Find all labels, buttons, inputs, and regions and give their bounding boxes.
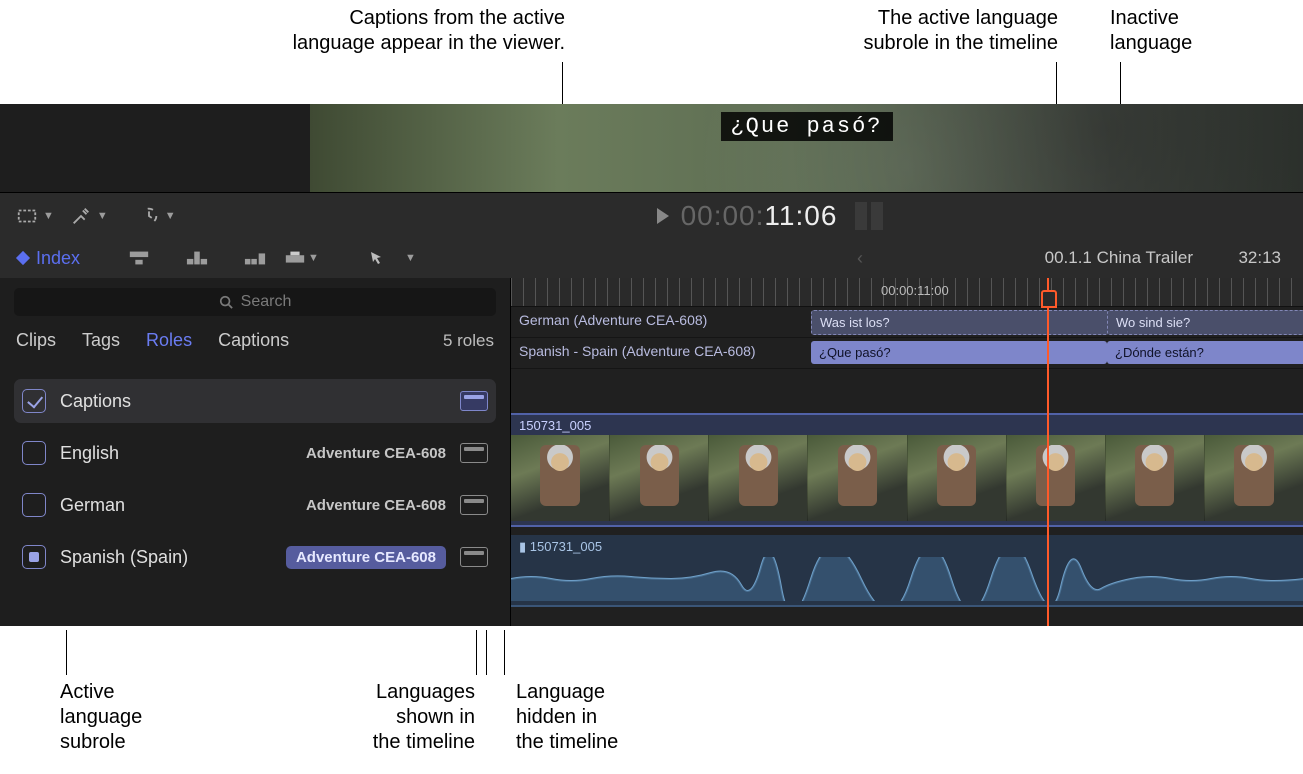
project-duration: 32:13 (1238, 248, 1281, 268)
timecode-display[interactable]: 00:00:11:06 (560, 193, 980, 239)
timeline-index-panel: Search Clips Tags Roles Captions 5 roles… (0, 278, 510, 626)
tab-tags[interactable]: Tags (82, 330, 120, 351)
connect-clip-icon[interactable] (128, 249, 150, 267)
tab-clips[interactable]: Clips (16, 330, 56, 351)
show-lane-icon[interactable] (460, 547, 488, 567)
playhead[interactable] (1047, 278, 1049, 626)
role-badge: Adventure CEA-608 (306, 497, 446, 514)
audio-waveform (511, 557, 1303, 601)
retime-button[interactable]: ▼ (138, 205, 176, 227)
search-icon (219, 295, 233, 309)
roles-list: Captions English Adventure CEA-608 Germa… (14, 379, 496, 579)
connect-tools-group: ▼ (110, 249, 319, 267)
thumb-frame (1106, 435, 1205, 521)
track-label: German (Adventure CEA-608) (519, 312, 707, 328)
tab-captions[interactable]: Captions (218, 330, 289, 351)
timecode-text: 00:00:11:06 (681, 200, 838, 232)
video-clip-label: 150731_005 (519, 418, 591, 433)
thumb-frame (709, 435, 808, 521)
checkbox-icon[interactable] (22, 389, 46, 413)
role-badge: Adventure CEA-608 (286, 546, 446, 569)
role-label: English (60, 443, 119, 464)
select-tool-button[interactable]: ▼ (369, 250, 416, 266)
search-input[interactable]: Search (14, 288, 496, 316)
timeline-spacer (511, 369, 1303, 413)
caption-clip[interactable]: ¿Que pasó? (811, 341, 1107, 364)
viewer: ¿Que pasó? (310, 104, 1303, 192)
caption-clip[interactable]: Was ist los? (811, 310, 1109, 335)
audio-clip-label: ▮ 150731_005 (519, 539, 602, 555)
annotation-active-subrole-timeline: The active languagesubrole in the timeli… (700, 6, 1058, 56)
role-row-captions[interactable]: Captions (14, 379, 496, 423)
caption-track-spanish[interactable]: Spanish - Spain (Adventure CEA-608) ¿Que… (511, 338, 1303, 369)
clip-appearance-button[interactable]: ▼ (16, 205, 54, 227)
annotation-line (476, 672, 477, 673)
caption-track-german[interactable]: German (Adventure CEA-608) Was ist los? … (511, 307, 1303, 338)
tab-roles[interactable]: Roles (146, 330, 192, 351)
viewer-toolbar: ▼ ▼ ▼ 00:00:11:06 (0, 192, 1303, 240)
diamond-icon (16, 251, 30, 265)
role-label: Captions (60, 391, 131, 412)
thumb-frame (1205, 435, 1303, 521)
thumb-frame (808, 435, 907, 521)
thumb-frame (908, 435, 1007, 521)
annotation-line (66, 630, 67, 675)
viewer-caption-overlay: ¿Que pasó? (720, 112, 892, 141)
insert-clip-icon[interactable] (186, 249, 208, 267)
timeline-ruler[interactable]: 00:00:11:00 (511, 278, 1303, 307)
role-badge: Adventure CEA-608 (306, 445, 446, 462)
roles-count: 5 roles (443, 331, 494, 351)
show-lane-icon[interactable] (460, 391, 488, 411)
role-row-german[interactable]: German Adventure CEA-608 (14, 483, 496, 527)
annotation-viewer-caption: Captions from the activelanguage appear … (195, 6, 565, 56)
annotation-line (504, 630, 505, 675)
app-window: ¿Que pasó? ▼ ▼ ▼ 00:00:11:06 Index ▼ (0, 104, 1303, 626)
timeline-toolbar: Index ▼ ▼ ‹ 00.1.1 China Trailer 32:13 (0, 238, 1303, 279)
thumb-frame (610, 435, 709, 521)
index-button[interactable]: Index (18, 248, 80, 269)
annotation-languages-shown: Languagesshown inthe timeline (300, 680, 475, 755)
role-label: Spanish (Spain) (60, 547, 188, 568)
thumb-frame (1007, 435, 1106, 521)
caption-clip[interactable]: ¿Dónde están? (1107, 341, 1303, 364)
checkbox-icon[interactable] (22, 493, 46, 517)
caption-clip[interactable]: Wo sind sie? (1107, 310, 1303, 335)
timeline[interactable]: 00:00:11:00 German (Adventure CEA-608) W… (510, 278, 1303, 626)
play-icon (657, 208, 669, 224)
search-placeholder: Search (241, 293, 292, 311)
role-row-spanish[interactable]: Spanish (Spain) Adventure CEA-608 (14, 535, 496, 579)
checkbox-icon[interactable] (22, 441, 46, 465)
effects-button[interactable]: ▼ (70, 205, 108, 227)
project-name[interactable]: 00.1.1 China Trailer (1045, 248, 1193, 268)
video-track[interactable]: 150731_005 (511, 413, 1303, 527)
audio-track[interactable]: ▮ 150731_005 (511, 535, 1303, 607)
role-label: German (60, 495, 125, 516)
role-row-english[interactable]: English Adventure CEA-608 (14, 431, 496, 475)
append-clip-icon[interactable] (244, 249, 266, 267)
annotation-active-subrole: Activelanguagesubrole (60, 680, 210, 755)
checkbox-icon[interactable] (22, 545, 46, 569)
index-tabs: Clips Tags Roles Captions 5 roles (16, 330, 494, 351)
overwrite-clip-button[interactable]: ▼ (284, 249, 319, 267)
annotation-language-hidden: Languagehidden inthe timeline (516, 680, 696, 755)
annotation-inactive-language: Inactivelanguage (1110, 6, 1280, 56)
video-thumbnails (511, 435, 1303, 521)
timeline-history-back[interactable]: ‹ (857, 248, 863, 269)
ruler-timecode: 00:00:11:00 (881, 283, 949, 298)
audio-meter-icon (855, 202, 883, 230)
annotation-line (476, 630, 477, 675)
show-lane-icon[interactable] (460, 443, 488, 463)
thumb-frame (511, 435, 610, 521)
show-lane-icon[interactable] (460, 495, 488, 515)
track-label: Spanish - Spain (Adventure CEA-608) (519, 343, 756, 359)
annotation-line (486, 630, 487, 675)
